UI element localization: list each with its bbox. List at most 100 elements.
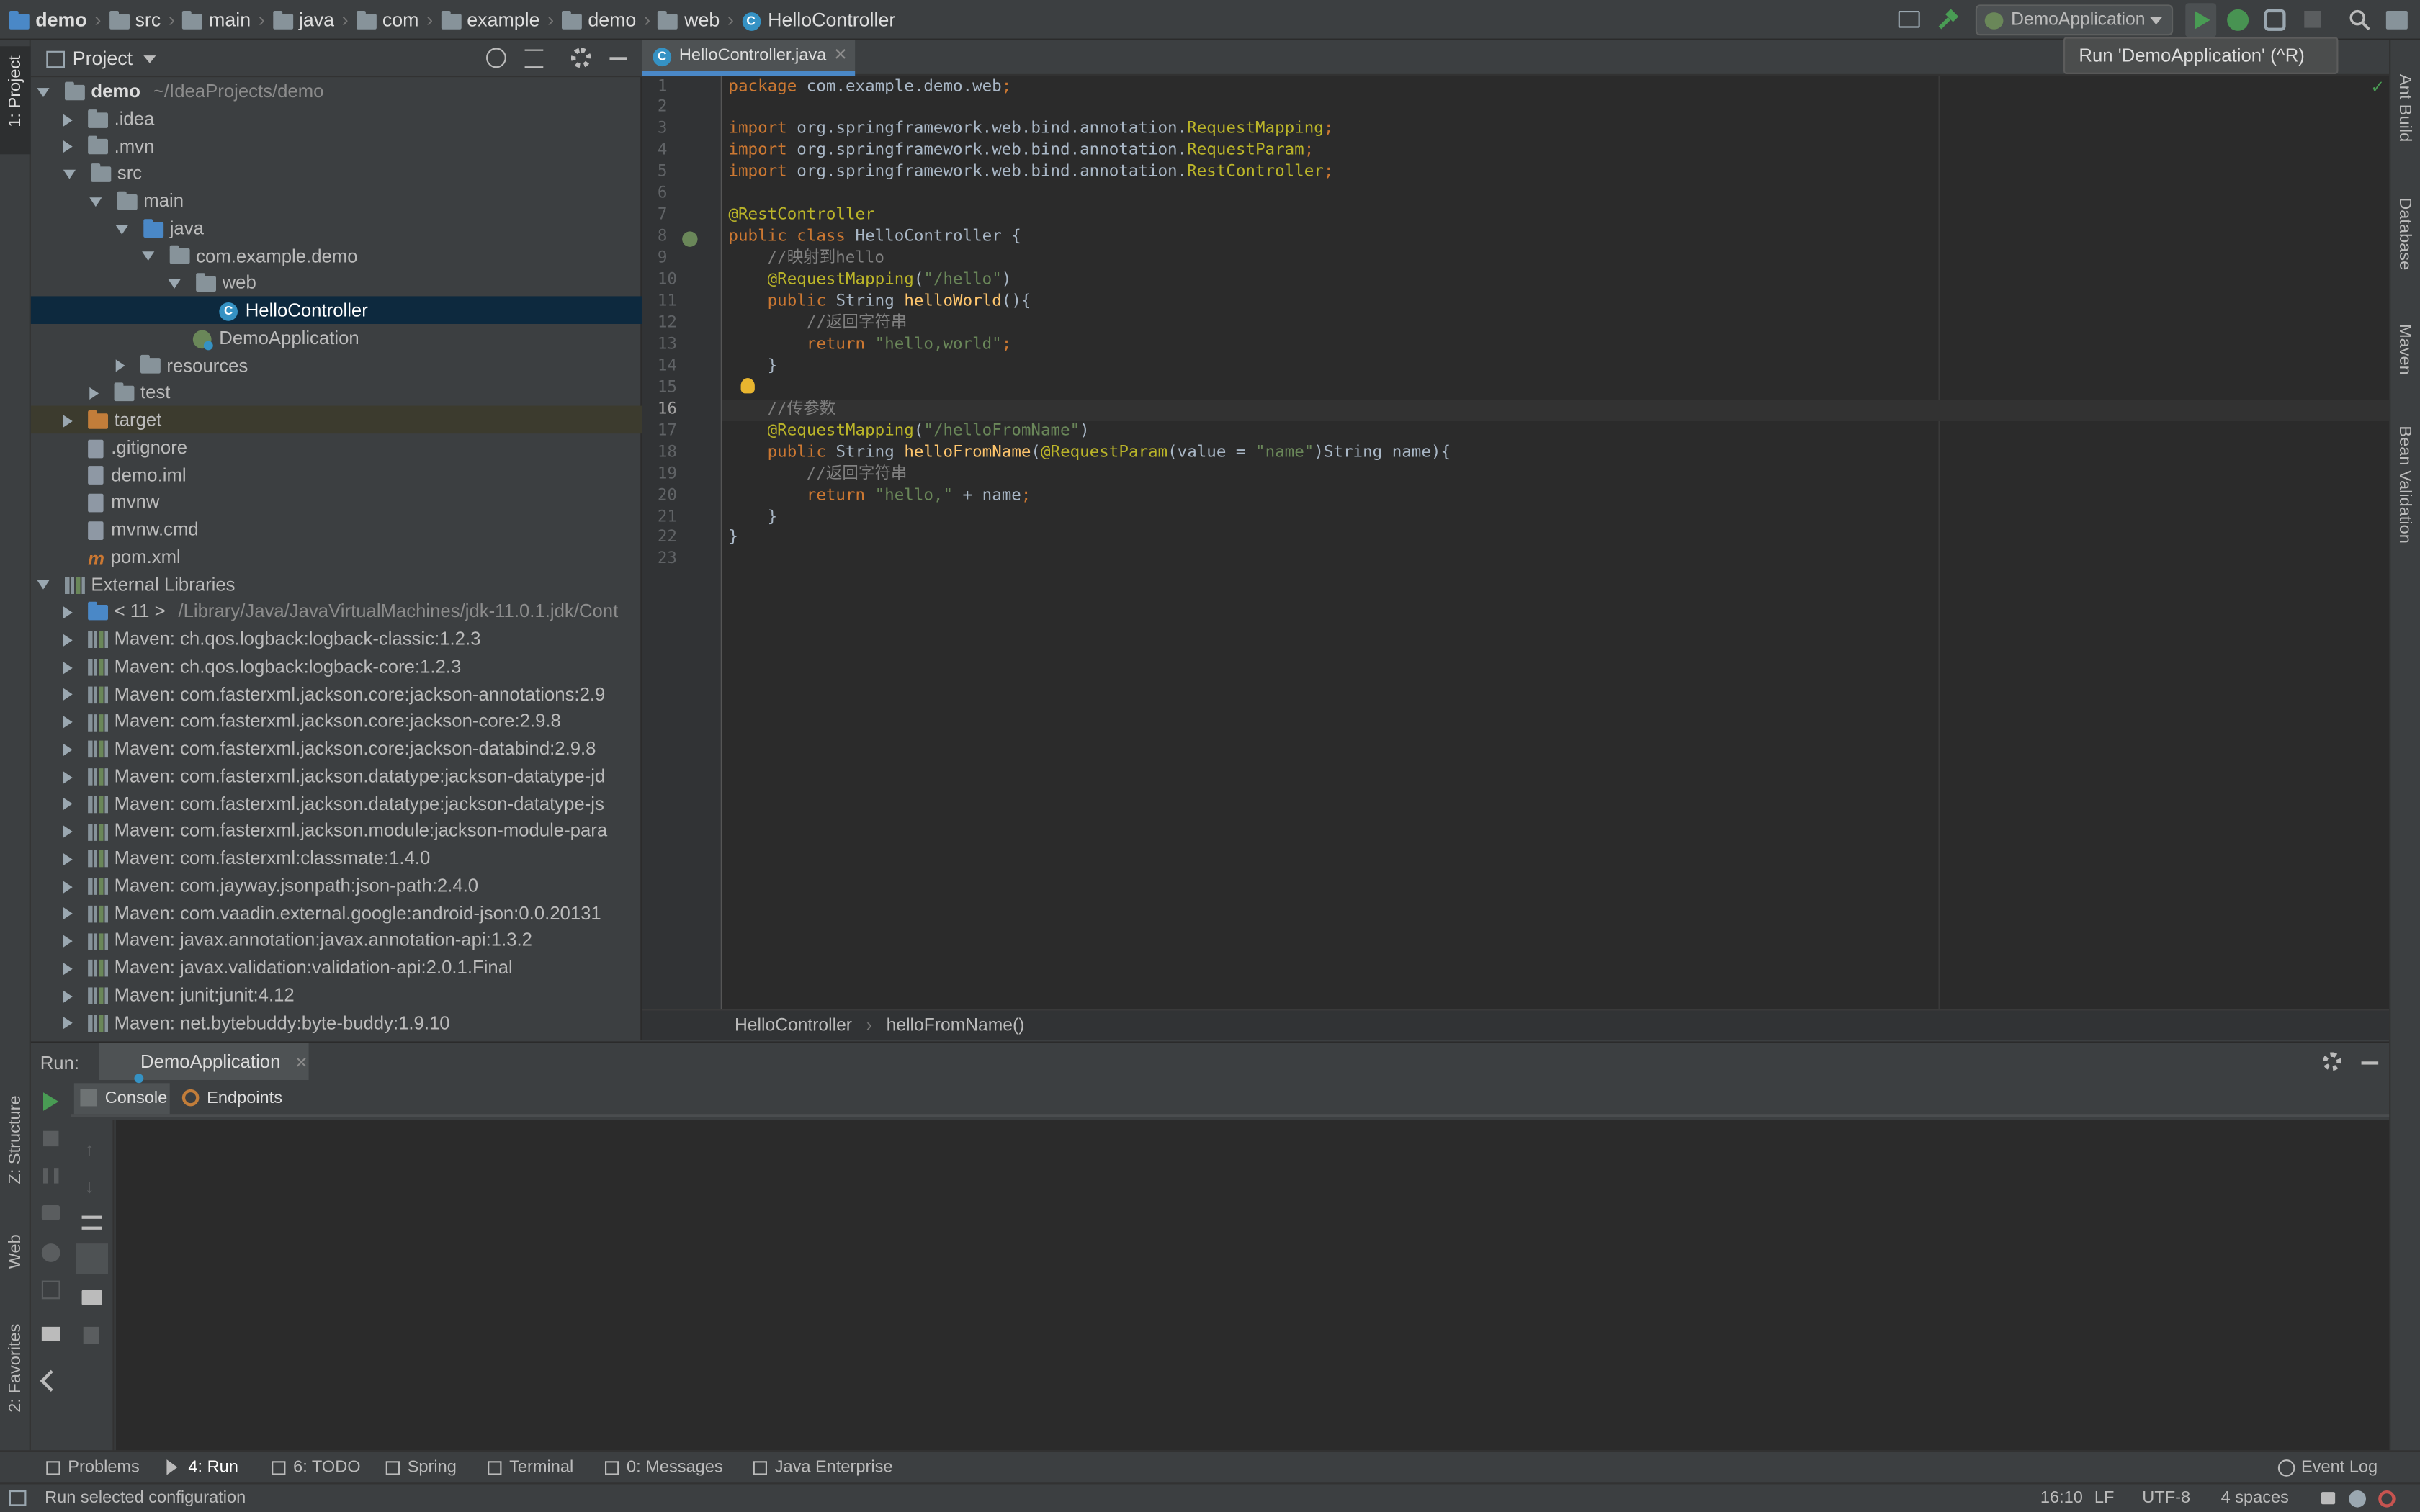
close-icon[interactable]: ✕ [833, 40, 848, 73]
tool-tab-ant-build[interactable]: Ant Build [2390, 53, 2420, 154]
tree-item[interactable]: Maven: javax.annotation:javax.annotation… [31, 926, 642, 954]
tree-item[interactable]: Maven: com.fasterxml.jackson.core:jackso… [31, 680, 642, 708]
gear-icon[interactable] [570, 48, 591, 68]
breadcrumb-item[interactable]: demo [561, 9, 636, 31]
tree-item[interactable]: java [31, 214, 642, 242]
caret-position[interactable]: 16:10 [2040, 1484, 2083, 1512]
bulb-icon[interactable] [740, 378, 755, 394]
rerun-icon[interactable] [43, 1092, 59, 1111]
file-encoding[interactable]: UTF-8 [2142, 1484, 2190, 1512]
collapse-all-icon[interactable] [524, 49, 544, 68]
bottom-tab-terminal[interactable]: Terminal [488, 1452, 573, 1484]
code-line[interactable]: //返回字符串 [728, 464, 908, 485]
tree-item[interactable]: demo ~/IdeaProjects/demo [31, 77, 642, 105]
line-separator[interactable]: LF [2094, 1484, 2115, 1512]
tool-tab-web[interactable]: Web [0, 1228, 31, 1297]
run-tab[interactable]: DemoApplication ✕ [99, 1043, 309, 1080]
chevron-right-icon[interactable] [63, 770, 73, 783]
chevron-right-icon[interactable] [63, 880, 73, 893]
chevron-right-icon[interactable] [63, 1017, 73, 1030]
chevron-right-icon[interactable] [63, 798, 73, 811]
chevron-right-icon[interactable] [63, 935, 73, 948]
layout-icon[interactable] [41, 1326, 60, 1341]
breadcrumb-item[interactable]: main [182, 9, 251, 31]
tree-item[interactable]: demo.iml [31, 461, 642, 489]
tree-item[interactable]: C HelloController [30, 296, 642, 324]
print-icon[interactable] [81, 1290, 102, 1305]
tree-item[interactable]: < 11 > /Library/Java/JavaVirtualMachines… [31, 598, 642, 626]
indent-setting[interactable]: 4 spaces [2221, 1484, 2289, 1512]
debug-icon[interactable] [41, 1243, 60, 1262]
chevron-right-icon[interactable] [63, 606, 73, 619]
coverage-icon[interactable] [2264, 9, 2286, 31]
code-line[interactable]: public String helloWorld(){ [728, 292, 1031, 313]
tree-item[interactable]: Maven: com.jayway.jsonpath:json-path:2.4… [31, 871, 642, 899]
tree-item[interactable]: DemoApplication [31, 323, 642, 351]
run-button[interactable] [2185, 3, 2217, 37]
tree-item[interactable]: .idea [31, 104, 642, 132]
chevron-right-icon[interactable] [63, 743, 73, 756]
tree-item[interactable]: mvnw [31, 488, 642, 516]
chevron-right-icon[interactable] [63, 415, 73, 428]
chevron-right-icon[interactable] [63, 825, 73, 838]
breadcrumb-item[interactable]: example [440, 9, 540, 31]
console-output[interactable] [115, 1120, 2390, 1452]
chevron-down-icon[interactable] [63, 169, 76, 179]
chevron-down-icon[interactable] [89, 197, 102, 207]
arrow-down-icon[interactable]: ↓ [85, 1176, 94, 1197]
tool-tab-structure[interactable]: Z: Structure [0, 1089, 31, 1212]
tool-tab-favorites[interactable]: 2: Favorites [0, 1318, 31, 1441]
chevron-right-icon[interactable] [63, 989, 73, 1002]
layout-icon[interactable] [1898, 11, 1920, 28]
code-line[interactable]: return "hello,world"; [728, 335, 1012, 356]
exit-icon[interactable] [41, 1280, 60, 1300]
tool-tab-bean-validation[interactable]: Bean Validation [2390, 404, 2420, 552]
search-icon[interactable] [2349, 9, 2370, 31]
code-line[interactable]: //传参数 [728, 399, 836, 420]
code-line[interactable]: package com.example.demo.web; [728, 76, 1011, 98]
trash-icon[interactable] [83, 1326, 99, 1344]
gear-icon[interactable] [2323, 1052, 2341, 1071]
arrow-up-icon[interactable]: ↑ [85, 1138, 94, 1160]
tree-item[interactable]: Maven: net.bytebuddy:byte-buddy:1.9.10 [31, 1008, 642, 1036]
code-line[interactable]: } [728, 356, 778, 378]
code-line[interactable]: import org.springframework.web.bind.anno… [728, 163, 1333, 184]
pin-icon[interactable] [40, 1369, 62, 1392]
minimize-icon[interactable] [2361, 1061, 2379, 1065]
chevron-down-icon[interactable] [143, 55, 156, 63]
soft-wrap-icon[interactable] [81, 1215, 102, 1230]
pause-icon[interactable] [43, 1168, 59, 1184]
console-tab[interactable]: Console [73, 1083, 170, 1115]
stop-icon[interactable] [43, 1130, 59, 1147]
editor-tab[interactable]: C HelloController.java ✕ [642, 40, 856, 76]
tree-item[interactable]: Maven: junit:junit:4.12 [31, 981, 642, 1009]
breadcrumb-item[interactable]: demo [9, 9, 87, 31]
bottom-tab-problems[interactable]: Problems [46, 1452, 140, 1484]
editor-breadcrumb-class[interactable]: HelloController [735, 1017, 852, 1035]
code-line[interactable]: public String helloFromName(@RequestPara… [728, 442, 1451, 464]
bottom-tab-java-enterprise[interactable]: Java Enterprise [753, 1452, 893, 1484]
tree-item[interactable]: Maven: ch.qos.logback:logback-classic:1.… [31, 625, 642, 653]
tree-item[interactable]: Maven: com.fasterxml.jackson.datatype:ja… [31, 762, 642, 790]
tree-item[interactable]: Maven: com.fasterxml.jackson.datatype:ja… [31, 789, 642, 817]
chevron-right-icon[interactable] [63, 661, 73, 674]
debug-icon[interactable] [2227, 9, 2249, 31]
tree-item[interactable]: Maven: ch.qos.logback:logback-core:1.2.3 [31, 652, 642, 680]
event-log-button[interactable]: Event Log [2277, 1452, 2378, 1484]
tree-item[interactable]: web [31, 269, 642, 297]
breadcrumb-item[interactable]: java [272, 9, 334, 31]
code-line[interactable]: } [728, 507, 778, 528]
bottom-tab-0-messages[interactable]: 0: Messages [605, 1452, 723, 1484]
bottom-tab-6-todo[interactable]: 6: TODO [272, 1452, 361, 1484]
breadcrumb-item[interactable]: C HelloController [741, 9, 895, 31]
chevron-right-icon[interactable] [63, 716, 73, 729]
chevron-right-icon[interactable] [115, 359, 125, 373]
bottom-tab-4-run[interactable]: 4: Run [166, 1452, 238, 1484]
code-line[interactable]: @RequestMapping("/hello") [728, 270, 1012, 292]
scroll-to-end-icon[interactable] [76, 1243, 108, 1274]
project-structure-icon[interactable] [2385, 11, 2408, 30]
code-line[interactable]: public class HelloController { [728, 227, 1021, 248]
tree-item[interactable]: Maven: com.fasterxml.jackson.core:jackso… [31, 734, 642, 762]
chevron-right-icon[interactable] [89, 387, 99, 400]
code-line[interactable]: import org.springframework.web.bind.anno… [728, 120, 1333, 141]
